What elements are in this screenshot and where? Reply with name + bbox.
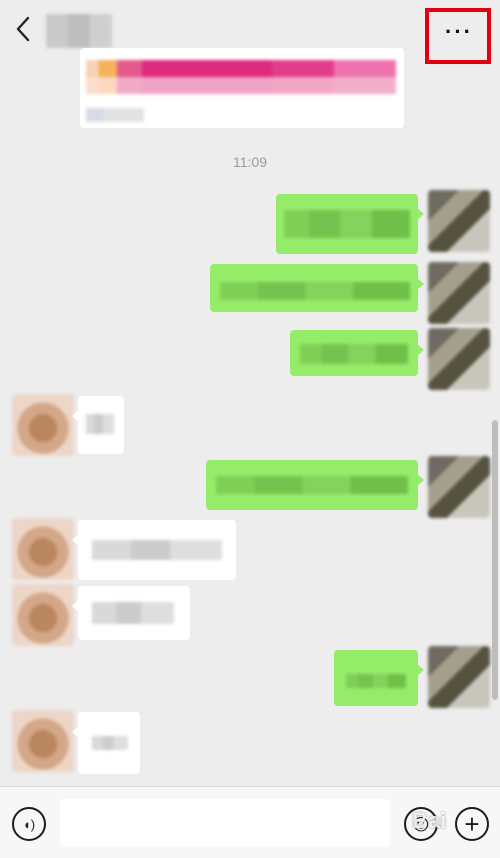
message-bubble-outgoing[interactable] bbox=[210, 264, 424, 312]
back-button[interactable] bbox=[10, 14, 36, 44]
message-bubble-outgoing[interactable] bbox=[206, 460, 424, 510]
avatar-self[interactable] bbox=[428, 328, 490, 390]
avatar-contact[interactable] bbox=[12, 518, 74, 580]
message-bubble-incoming[interactable] bbox=[72, 712, 140, 774]
message-bubble-incoming[interactable] bbox=[72, 520, 236, 580]
message-timestamp: 11:09 bbox=[233, 154, 267, 170]
message-text-blurred bbox=[346, 674, 406, 688]
message-bubble-outgoing[interactable] bbox=[290, 330, 424, 376]
message-bubble-outgoing[interactable] bbox=[276, 194, 424, 254]
voice-button[interactable]: ◖) bbox=[12, 807, 46, 841]
shared-link-card[interactable] bbox=[80, 48, 404, 128]
message-text-blurred bbox=[92, 540, 222, 560]
avatar-contact[interactable] bbox=[12, 710, 74, 772]
voice-icon: ◖) bbox=[22, 816, 36, 832]
message-bubble-outgoing[interactable] bbox=[334, 650, 424, 706]
message-input[interactable] bbox=[60, 799, 390, 847]
more-functions-button[interactable]: + bbox=[455, 807, 489, 841]
contact-name bbox=[46, 14, 112, 48]
chevron-left-icon bbox=[16, 16, 30, 42]
avatar-contact[interactable] bbox=[12, 394, 74, 456]
avatar-self[interactable] bbox=[428, 456, 490, 518]
watermark: Bai bbox=[412, 808, 447, 833]
chat-scrollbar[interactable] bbox=[492, 420, 498, 700]
message-text-blurred bbox=[86, 414, 114, 434]
shared-card-caption bbox=[86, 108, 144, 122]
plus-icon: + bbox=[464, 809, 480, 839]
avatar-self[interactable] bbox=[428, 262, 490, 324]
message-text-blurred bbox=[216, 476, 408, 494]
shared-card-image bbox=[86, 60, 396, 94]
more-button-highlight bbox=[425, 8, 491, 64]
avatar-self[interactable] bbox=[428, 646, 490, 708]
message-bubble-incoming[interactable] bbox=[72, 396, 124, 454]
message-text-blurred bbox=[92, 602, 174, 624]
message-text-blurred bbox=[220, 282, 410, 300]
message-text-blurred bbox=[300, 344, 408, 364]
message-text-blurred bbox=[92, 736, 128, 750]
message-text-blurred bbox=[284, 210, 410, 238]
avatar-self[interactable] bbox=[428, 190, 490, 252]
message-bubble-incoming[interactable] bbox=[72, 586, 190, 640]
avatar-contact[interactable] bbox=[12, 584, 74, 646]
